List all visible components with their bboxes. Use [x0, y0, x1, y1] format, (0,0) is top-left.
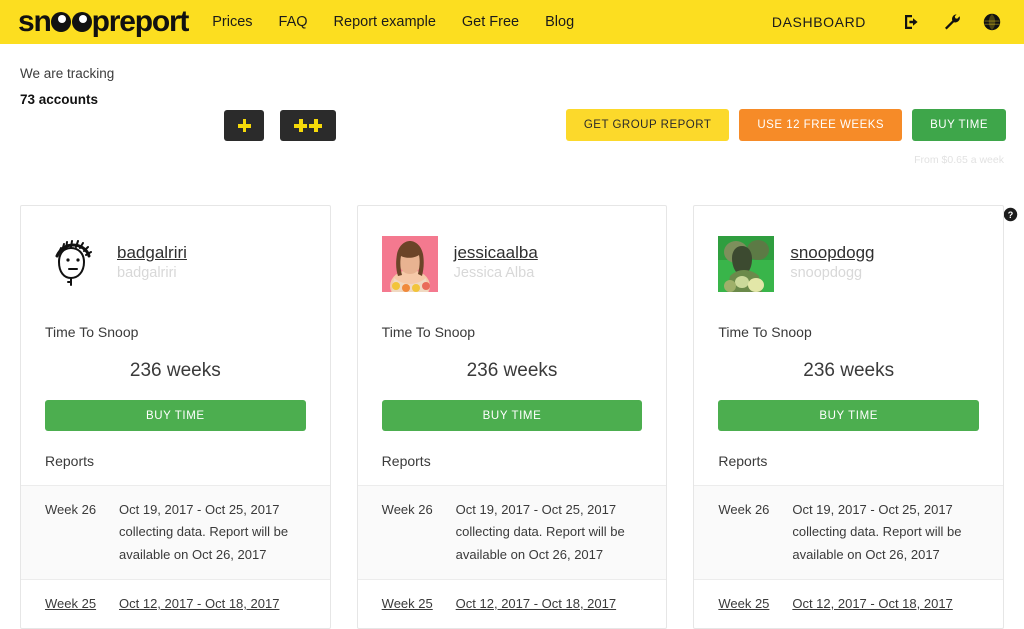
report-week: Week 26 — [381, 502, 433, 517]
logo-eyes-icon — [50, 12, 92, 32]
add-multiple-accounts-button[interactable] — [280, 110, 336, 141]
time-to-snoop-value: 236 weeks — [466, 360, 558, 381]
time-to-snoop-label: Time To Snoop — [45, 324, 139, 340]
time-to-snoop-value: 236 weeks — [803, 360, 895, 381]
reports-label: Reports — [381, 453, 431, 469]
report-details: Oct 19, 2017 - Oct 25, 2017 collecting d… — [792, 499, 961, 566]
wrench-icon[interactable] — [942, 12, 962, 32]
avatar[interactable] — [381, 236, 438, 292]
report-status-line-1: collecting data. Report will be — [119, 524, 289, 540]
report-week[interactable]: Week 25 — [45, 593, 103, 615]
logo-text-post: preport — [91, 5, 190, 38]
avatar[interactable] — [718, 236, 775, 292]
plus-icon — [237, 119, 251, 132]
report-row: Week 26 Oct 19, 2017 - Oct 25, 2017 coll… — [694, 485, 1004, 580]
account-card: jessicaalba Jessica Alba Time To Snoop 2… — [356, 205, 668, 629]
profile-photo-icon — [381, 236, 438, 292]
report-week: Week 26 — [718, 502, 770, 517]
toolbar-actions: GET GROUP REPORT USE 12 FREE WEEKS BUY T… — [565, 109, 1006, 141]
account-username-link[interactable]: snoopdogg — [790, 243, 874, 263]
logout-icon[interactable] — [902, 12, 922, 32]
report-range[interactable]: Oct 12, 2017 - Oct 18, 2017 — [119, 593, 279, 615]
report-row: Week 26 Oct 19, 2017 - Oct 25, 2017 coll… — [21, 485, 330, 580]
get-group-report-button[interactable]: GET GROUP REPORT — [565, 109, 730, 141]
account-realname: badgalriri — [117, 265, 177, 282]
report-week: Week 26 — [45, 502, 97, 517]
report-details: Oct 19, 2017 - Oct 25, 2017 collecting d… — [456, 499, 625, 566]
header-actions: DASHBOARD — [772, 12, 1010, 32]
report-range[interactable]: Oct 12, 2017 - Oct 18, 2017 — [456, 593, 616, 615]
nav-item-prices[interactable]: Prices — [212, 14, 252, 30]
plus-icon — [294, 119, 307, 132]
card-buy-time-button[interactable]: BUY TIME — [45, 400, 306, 431]
plus-icon — [309, 119, 322, 132]
nav-item-blog[interactable]: Blog — [545, 14, 574, 30]
account-profile: badgalriri badgalriri — [45, 228, 306, 300]
report-status-line-1: collecting data. Report will be — [792, 524, 962, 540]
time-to-snoop-label: Time To Snoop — [718, 324, 812, 340]
add-account-button[interactable] — [224, 110, 264, 141]
tracking-label: We are tracking — [20, 66, 115, 81]
account-profile: jessicaalba Jessica Alba — [381, 228, 643, 300]
report-row[interactable]: Week 25 Oct 12, 2017 - Oct 18, 2017 — [357, 579, 667, 628]
use-free-weeks-button[interactable]: USE 12 FREE WEEKS — [739, 109, 903, 141]
globe-icon[interactable] — [982, 12, 1002, 32]
tracking-summary: We are tracking 73 accounts — [20, 64, 114, 111]
site-header: sn preport Prices FAQ Report example Get… — [0, 0, 1024, 44]
account-username-link[interactable]: jessicaalba — [454, 243, 538, 263]
time-to-snoop-value: 236 weeks — [129, 360, 221, 381]
card-buy-time-button[interactable]: BUY TIME — [718, 400, 980, 431]
avatar[interactable] — [45, 236, 101, 292]
account-card: snoopdogg snoopdogg Time To Snoop 236 we… — [693, 205, 1005, 629]
tracking-count: 73 accounts — [20, 91, 99, 107]
report-week[interactable]: Week 25 — [382, 593, 440, 615]
account-realname: Jessica Alba — [453, 265, 535, 282]
logo-text-pre: sn — [18, 5, 52, 38]
add-account-buttons — [224, 110, 336, 141]
profile-photo-icon — [718, 236, 775, 292]
account-username-link[interactable]: badgalriri — [117, 243, 187, 263]
report-range: Oct 19, 2017 - Oct 25, 2017 — [455, 502, 617, 517]
report-week[interactable]: Week 25 — [718, 593, 776, 615]
report-row: Week 26 Oct 19, 2017 - Oct 25, 2017 coll… — [357, 485, 667, 580]
buy-time-button[interactable]: BUY TIME — [912, 109, 1006, 141]
time-to-snoop-label: Time To Snoop — [381, 324, 476, 340]
dashboard-link[interactable]: DASHBOARD — [772, 14, 866, 30]
doodle-face-icon — [55, 240, 92, 286]
nav-item-faq[interactable]: FAQ — [279, 14, 308, 30]
price-fineprint: From $0.65 a week — [914, 154, 1004, 166]
report-range: Oct 19, 2017 - Oct 25, 2017 — [792, 502, 953, 517]
nav-item-get-free[interactable]: Get Free — [462, 14, 519, 30]
site-logo[interactable]: sn preport — [18, 5, 190, 38]
account-profile: snoopdogg snoopdogg — [718, 228, 979, 300]
dashboard-toolbar: We are tracking 73 accounts GET GROUP RE… — [0, 44, 1024, 222]
card-buy-time-button[interactable]: BUY TIME — [381, 400, 643, 431]
reports-label: Reports — [45, 453, 95, 469]
report-row[interactable]: Week 25 Oct 12, 2017 - Oct 18, 2017 — [21, 579, 330, 628]
report-range: Oct 19, 2017 - Oct 25, 2017 — [119, 502, 280, 517]
report-range[interactable]: Oct 12, 2017 - Oct 18, 2017 — [792, 593, 952, 615]
report-status-line-2: available on Oct 26, 2017 — [119, 546, 267, 562]
account-realname: snoopdogg — [790, 265, 863, 282]
report-status-line-2: available on Oct 26, 2017 — [792, 546, 940, 562]
nav-item-report-example[interactable]: Report example — [334, 14, 436, 30]
main-nav: Prices FAQ Report example Get Free Blog — [212, 14, 574, 30]
report-details: Oct 19, 2017 - Oct 25, 2017 collecting d… — [119, 499, 288, 566]
report-status-line-1: collecting data. Report will be — [455, 524, 625, 540]
report-status-line-2: available on Oct 26, 2017 — [455, 546, 604, 562]
account-card-list: badgalriri badgalriri Time To Snoop 236 … — [0, 205, 1024, 629]
reports-label: Reports — [718, 453, 768, 469]
report-row[interactable]: Week 25 Oct 12, 2017 - Oct 18, 2017 — [694, 579, 1004, 628]
account-card: badgalriri badgalriri Time To Snoop 236 … — [20, 205, 331, 629]
